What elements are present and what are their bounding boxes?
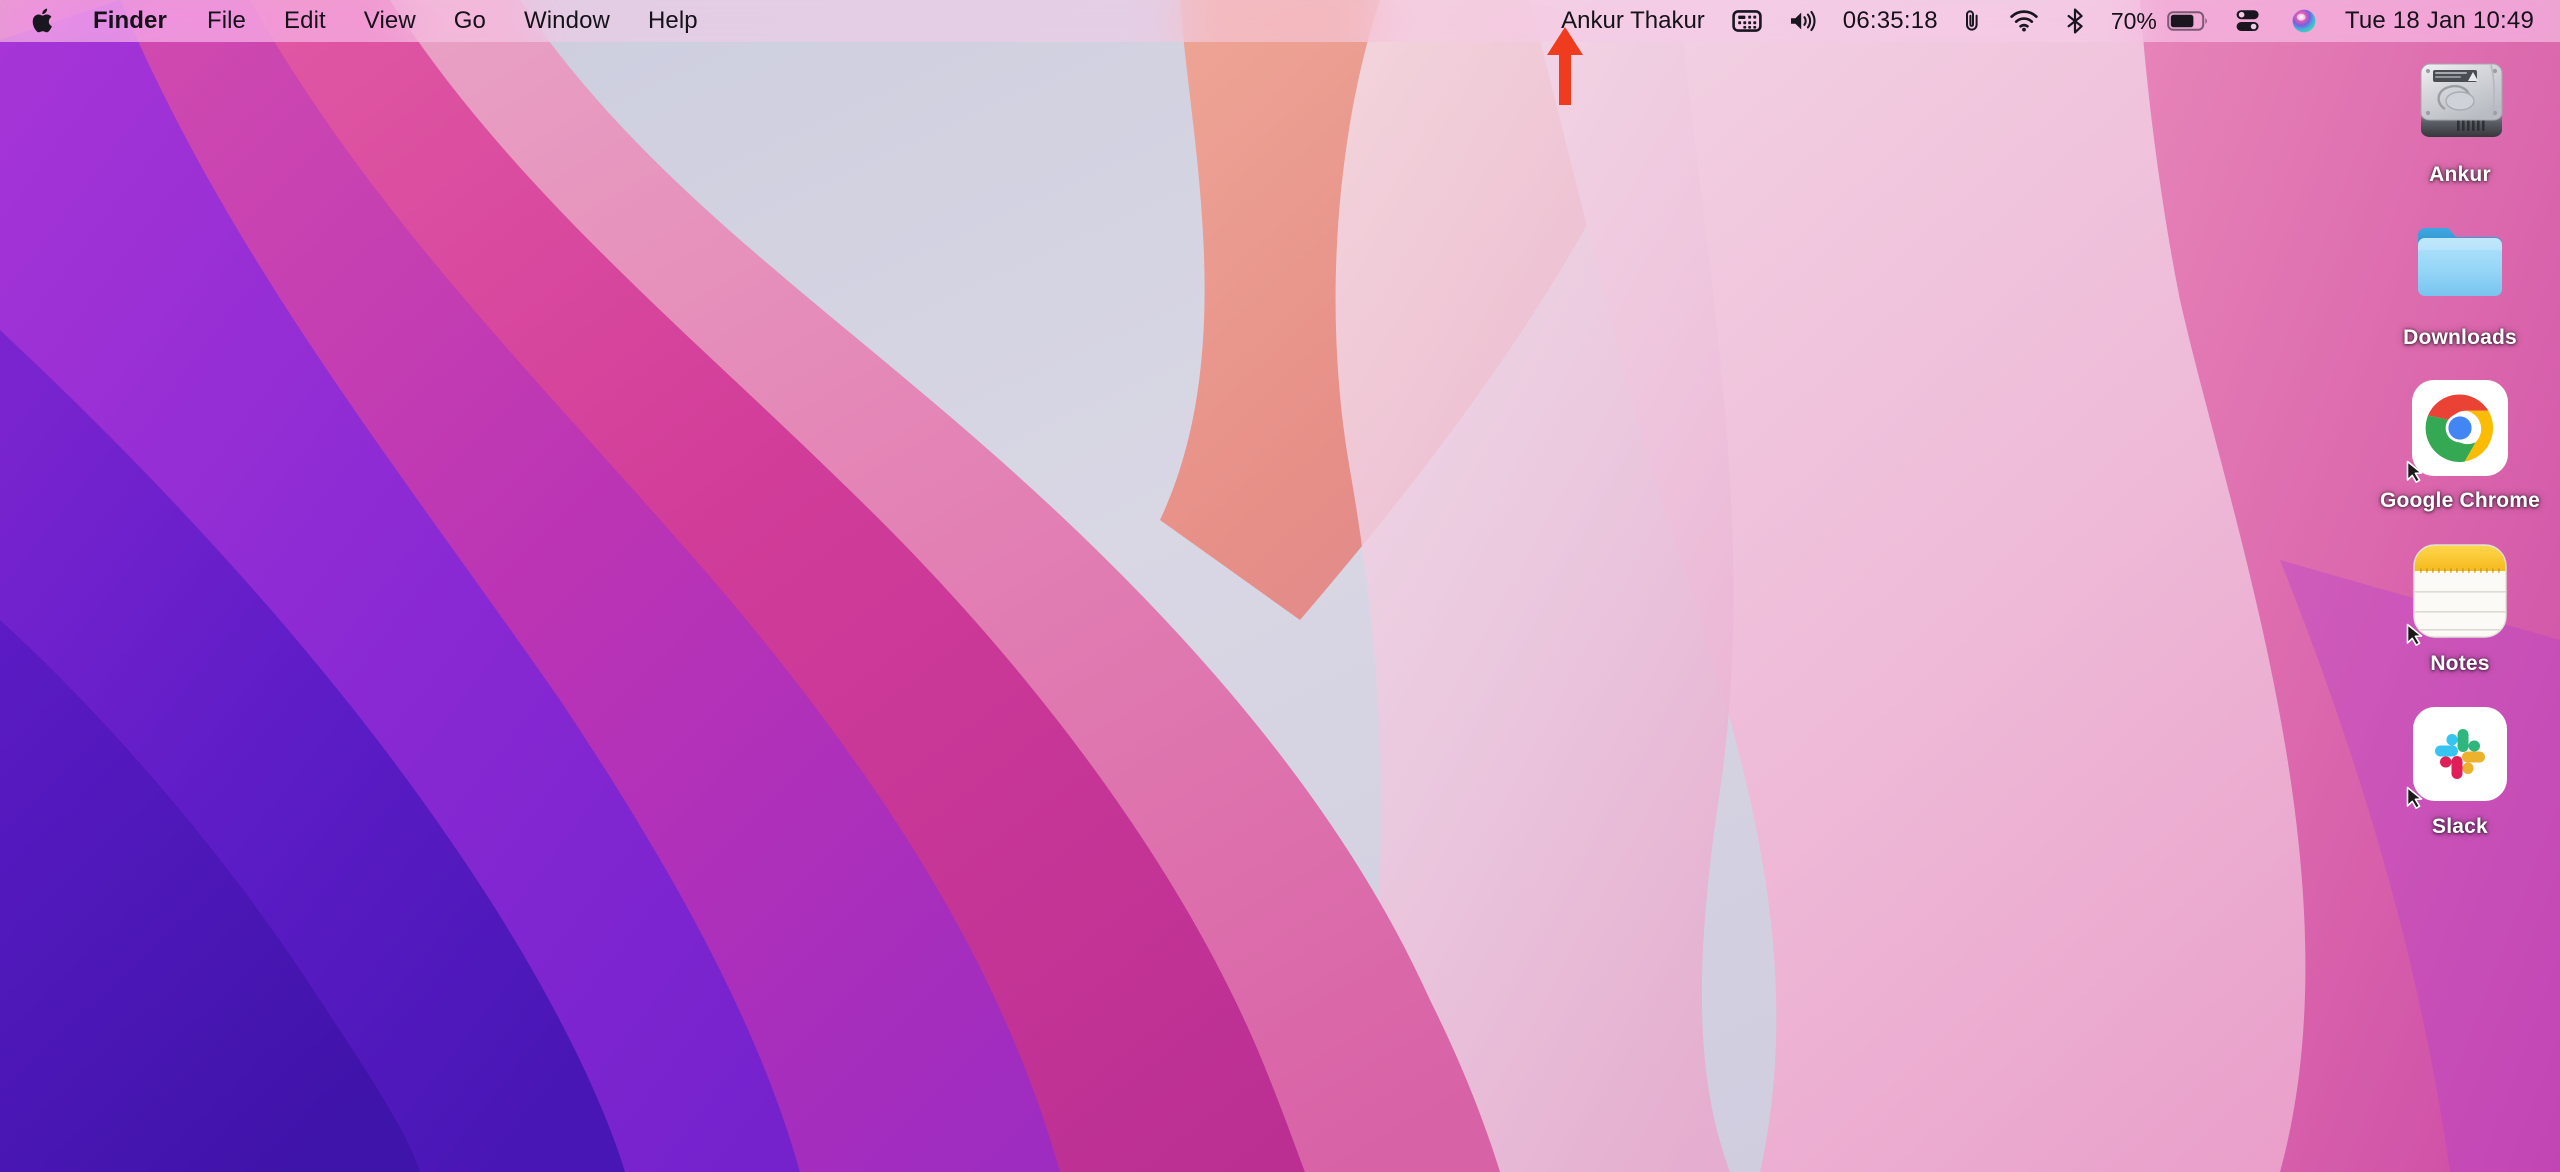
- status-item-battery[interactable]: [2165, 0, 2219, 42]
- status-item-bluetooth[interactable]: [2052, 0, 2098, 42]
- status-item-wifi[interactable]: [1996, 0, 2052, 42]
- icon-glyph-wrap: [2404, 209, 2516, 321]
- slack-app-icon: [2413, 707, 2507, 801]
- bluetooth-icon: [2067, 8, 2083, 34]
- icon-glyph-wrap: [2404, 698, 2516, 810]
- menu-item-view[interactable]: View: [345, 0, 435, 42]
- menu-item-finder[interactable]: Finder: [72, 0, 188, 42]
- menu-item-label: Help: [647, 7, 698, 34]
- desktop[interactable]: Finder File Edit View Go Window Help Ank…: [0, 0, 2560, 1172]
- menu-bar[interactable]: Finder File Edit View Go Window Help Ank…: [0, 0, 2560, 42]
- apple-logo-icon: [32, 8, 52, 33]
- battery-icon: [2167, 11, 2207, 31]
- timer-label: 06:35:18: [1842, 7, 1938, 34]
- menu-bar-left-group: Finder File Edit View Go Window Help: [0, 0, 717, 42]
- control-center-icon: [2236, 10, 2259, 31]
- status-item-datetime[interactable]: Tue 18 Jan 10:49: [2331, 0, 2538, 42]
- icon-glyph-wrap: [2404, 535, 2516, 647]
- volume-speaker-icon: [1790, 10, 1816, 32]
- status-item-timer[interactable]: 06:35:18: [1831, 0, 1948, 42]
- user-name-label: Ankur Thakur: [1561, 7, 1705, 34]
- paperclip-icon: [1965, 10, 1978, 31]
- status-item-battery-percent[interactable]: 70%: [2098, 0, 2165, 42]
- menu-item-help[interactable]: Help: [629, 0, 717, 42]
- status-item-input-source[interactable]: [1719, 0, 1775, 42]
- google-chrome-icon: [2412, 380, 2508, 476]
- menu-item-label: Go: [453, 7, 486, 34]
- icon-glyph-wrap: [2404, 372, 2516, 484]
- icon-glyph-wrap: [2404, 46, 2516, 158]
- desktop-icon-label: Google Chrome: [2379, 489, 2541, 512]
- battery-percent-label: 70%: [2110, 7, 2157, 34]
- menu-item-label: Finder: [93, 7, 167, 34]
- status-item-user-name[interactable]: Ankur Thakur: [1551, 0, 1719, 42]
- status-item-control-center[interactable]: [2219, 0, 2277, 42]
- desktop-icon-grid: Ankur Downloads Google Chrome Notes Slac…: [2360, 46, 2560, 861]
- desktop-icon-slack[interactable]: Slack: [2365, 698, 2555, 839]
- datetime-label: Tue 18 Jan 10:49: [2344, 7, 2534, 34]
- desktop-icon-label: Downloads: [2403, 326, 2517, 349]
- hard-drive-icon: [2420, 63, 2503, 137]
- desktop-icon-downloads[interactable]: Downloads: [2365, 209, 2555, 350]
- menu-item-edit[interactable]: Edit: [265, 0, 345, 42]
- desktop-icon-label: Ankur: [2429, 163, 2491, 186]
- menu-item-go[interactable]: Go: [435, 0, 505, 42]
- desktop-icon-label: Notes: [2430, 652, 2490, 675]
- desktop-icon-notes[interactable]: Notes: [2365, 535, 2555, 676]
- siri-icon: [2292, 9, 2316, 33]
- menu-item-label: Window: [524, 7, 610, 34]
- menu-item-label: File: [206, 7, 247, 34]
- status-item-siri[interactable]: [2277, 0, 2331, 42]
- status-item-volume[interactable]: [1775, 0, 1831, 42]
- menu-item-label: View: [363, 7, 416, 34]
- menu-item-file[interactable]: File: [188, 0, 265, 42]
- wifi-icon: [2010, 10, 2038, 32]
- apple-menu-button[interactable]: [26, 0, 72, 42]
- menu-bar-status-group: Ankur Thakur 06:35:18 70% Tue 18 Jan 10:…: [1551, 0, 2560, 42]
- folder-icon: [2418, 228, 2502, 296]
- keyboard-input-icon: [1732, 10, 1762, 32]
- desktop-wallpaper: [0, 0, 2560, 1172]
- desktop-icon-ankur[interactable]: Ankur: [2365, 46, 2555, 187]
- status-item-clipboard[interactable]: [1948, 0, 1996, 42]
- desktop-icon-google-chrome[interactable]: Google Chrome: [2365, 372, 2555, 513]
- desktop-icon-label: Slack: [2432, 815, 2488, 838]
- notes-app-icon: [2413, 544, 2507, 638]
- menu-item-label: Edit: [284, 7, 326, 34]
- menu-item-window[interactable]: Window: [505, 0, 629, 42]
